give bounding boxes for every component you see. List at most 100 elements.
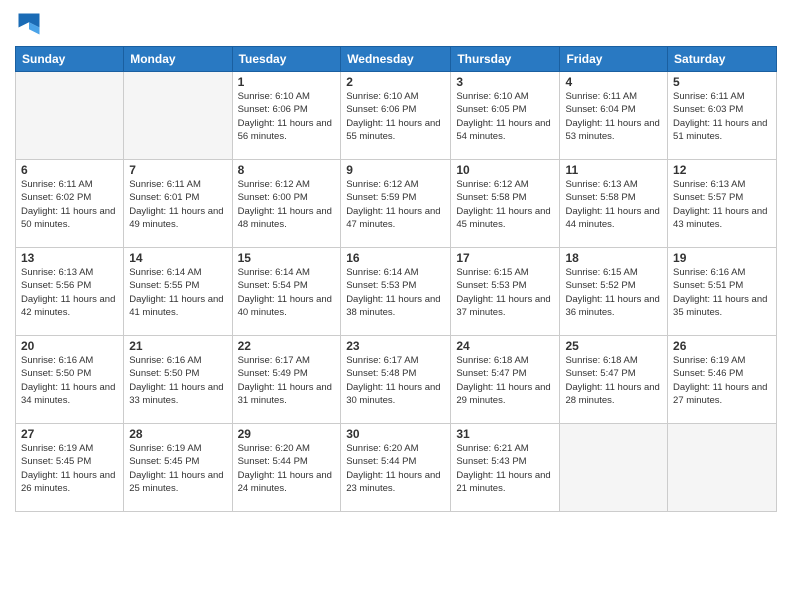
calendar-header-sunday: Sunday: [16, 47, 124, 72]
day-number: 11: [565, 163, 662, 177]
day-info: Sunrise: 6:18 AM Sunset: 5:47 PM Dayligh…: [456, 354, 554, 407]
calendar-day-empty: [668, 424, 777, 512]
day-number: 20: [21, 339, 118, 353]
calendar-day-19: 19Sunrise: 6:16 AM Sunset: 5:51 PM Dayli…: [668, 248, 777, 336]
day-number: 22: [238, 339, 336, 353]
day-number: 16: [346, 251, 445, 265]
day-info: Sunrise: 6:10 AM Sunset: 6:06 PM Dayligh…: [346, 90, 445, 143]
calendar-day-9: 9Sunrise: 6:12 AM Sunset: 5:59 PM Daylig…: [341, 160, 451, 248]
day-number: 31: [456, 427, 554, 441]
day-number: 1: [238, 75, 336, 89]
day-info: Sunrise: 6:16 AM Sunset: 5:50 PM Dayligh…: [21, 354, 118, 407]
calendar-day-28: 28Sunrise: 6:19 AM Sunset: 5:45 PM Dayli…: [124, 424, 232, 512]
day-number: 3: [456, 75, 554, 89]
day-info: Sunrise: 6:19 AM Sunset: 5:45 PM Dayligh…: [129, 442, 226, 495]
day-info: Sunrise: 6:16 AM Sunset: 5:50 PM Dayligh…: [129, 354, 226, 407]
day-number: 30: [346, 427, 445, 441]
day-info: Sunrise: 6:20 AM Sunset: 5:44 PM Dayligh…: [238, 442, 336, 495]
calendar-day-13: 13Sunrise: 6:13 AM Sunset: 5:56 PM Dayli…: [16, 248, 124, 336]
calendar-day-18: 18Sunrise: 6:15 AM Sunset: 5:52 PM Dayli…: [560, 248, 668, 336]
day-number: 21: [129, 339, 226, 353]
day-number: 19: [673, 251, 771, 265]
day-info: Sunrise: 6:14 AM Sunset: 5:55 PM Dayligh…: [129, 266, 226, 319]
calendar-day-17: 17Sunrise: 6:15 AM Sunset: 5:53 PM Dayli…: [451, 248, 560, 336]
calendar-day-15: 15Sunrise: 6:14 AM Sunset: 5:54 PM Dayli…: [232, 248, 341, 336]
day-info: Sunrise: 6:13 AM Sunset: 5:58 PM Dayligh…: [565, 178, 662, 231]
logo: [15, 10, 47, 38]
day-info: Sunrise: 6:17 AM Sunset: 5:48 PM Dayligh…: [346, 354, 445, 407]
day-info: Sunrise: 6:20 AM Sunset: 5:44 PM Dayligh…: [346, 442, 445, 495]
day-info: Sunrise: 6:19 AM Sunset: 5:45 PM Dayligh…: [21, 442, 118, 495]
calendar-day-empty: [16, 72, 124, 160]
calendar-day-4: 4Sunrise: 6:11 AM Sunset: 6:04 PM Daylig…: [560, 72, 668, 160]
calendar-week-1: 1Sunrise: 6:10 AM Sunset: 6:06 PM Daylig…: [16, 72, 777, 160]
day-number: 14: [129, 251, 226, 265]
calendar-day-1: 1Sunrise: 6:10 AM Sunset: 6:06 PM Daylig…: [232, 72, 341, 160]
day-number: 5: [673, 75, 771, 89]
calendar-header-tuesday: Tuesday: [232, 47, 341, 72]
day-info: Sunrise: 6:21 AM Sunset: 5:43 PM Dayligh…: [456, 442, 554, 495]
day-info: Sunrise: 6:12 AM Sunset: 6:00 PM Dayligh…: [238, 178, 336, 231]
calendar-day-7: 7Sunrise: 6:11 AM Sunset: 6:01 PM Daylig…: [124, 160, 232, 248]
day-number: 24: [456, 339, 554, 353]
calendar-day-31: 31Sunrise: 6:21 AM Sunset: 5:43 PM Dayli…: [451, 424, 560, 512]
day-number: 4: [565, 75, 662, 89]
day-info: Sunrise: 6:10 AM Sunset: 6:06 PM Dayligh…: [238, 90, 336, 143]
day-number: 9: [346, 163, 445, 177]
header: [15, 10, 777, 38]
day-number: 26: [673, 339, 771, 353]
calendar-day-empty: [560, 424, 668, 512]
calendar-header-row: SundayMondayTuesdayWednesdayThursdayFrid…: [16, 47, 777, 72]
day-number: 13: [21, 251, 118, 265]
calendar-day-30: 30Sunrise: 6:20 AM Sunset: 5:44 PM Dayli…: [341, 424, 451, 512]
calendar-day-8: 8Sunrise: 6:12 AM Sunset: 6:00 PM Daylig…: [232, 160, 341, 248]
calendar-day-2: 2Sunrise: 6:10 AM Sunset: 6:06 PM Daylig…: [341, 72, 451, 160]
calendar-day-25: 25Sunrise: 6:18 AM Sunset: 5:47 PM Dayli…: [560, 336, 668, 424]
day-info: Sunrise: 6:13 AM Sunset: 5:57 PM Dayligh…: [673, 178, 771, 231]
logo-icon: [15, 10, 43, 38]
calendar-day-20: 20Sunrise: 6:16 AM Sunset: 5:50 PM Dayli…: [16, 336, 124, 424]
day-info: Sunrise: 6:15 AM Sunset: 5:53 PM Dayligh…: [456, 266, 554, 319]
day-number: 17: [456, 251, 554, 265]
day-info: Sunrise: 6:18 AM Sunset: 5:47 PM Dayligh…: [565, 354, 662, 407]
calendar-header-monday: Monday: [124, 47, 232, 72]
day-number: 29: [238, 427, 336, 441]
day-number: 10: [456, 163, 554, 177]
day-number: 28: [129, 427, 226, 441]
day-info: Sunrise: 6:11 AM Sunset: 6:03 PM Dayligh…: [673, 90, 771, 143]
calendar-day-22: 22Sunrise: 6:17 AM Sunset: 5:49 PM Dayli…: [232, 336, 341, 424]
day-info: Sunrise: 6:17 AM Sunset: 5:49 PM Dayligh…: [238, 354, 336, 407]
day-info: Sunrise: 6:15 AM Sunset: 5:52 PM Dayligh…: [565, 266, 662, 319]
day-number: 12: [673, 163, 771, 177]
calendar-header-wednesday: Wednesday: [341, 47, 451, 72]
day-number: 18: [565, 251, 662, 265]
day-number: 2: [346, 75, 445, 89]
day-number: 15: [238, 251, 336, 265]
calendar-week-3: 13Sunrise: 6:13 AM Sunset: 5:56 PM Dayli…: [16, 248, 777, 336]
calendar-day-6: 6Sunrise: 6:11 AM Sunset: 6:02 PM Daylig…: [16, 160, 124, 248]
calendar-table: SundayMondayTuesdayWednesdayThursdayFrid…: [15, 46, 777, 512]
day-info: Sunrise: 6:12 AM Sunset: 5:59 PM Dayligh…: [346, 178, 445, 231]
calendar-day-11: 11Sunrise: 6:13 AM Sunset: 5:58 PM Dayli…: [560, 160, 668, 248]
day-info: Sunrise: 6:12 AM Sunset: 5:58 PM Dayligh…: [456, 178, 554, 231]
calendar-day-26: 26Sunrise: 6:19 AM Sunset: 5:46 PM Dayli…: [668, 336, 777, 424]
day-number: 6: [21, 163, 118, 177]
calendar-day-12: 12Sunrise: 6:13 AM Sunset: 5:57 PM Dayli…: [668, 160, 777, 248]
day-info: Sunrise: 6:14 AM Sunset: 5:54 PM Dayligh…: [238, 266, 336, 319]
calendar-day-24: 24Sunrise: 6:18 AM Sunset: 5:47 PM Dayli…: [451, 336, 560, 424]
day-info: Sunrise: 6:13 AM Sunset: 5:56 PM Dayligh…: [21, 266, 118, 319]
calendar-day-29: 29Sunrise: 6:20 AM Sunset: 5:44 PM Dayli…: [232, 424, 341, 512]
calendar-day-3: 3Sunrise: 6:10 AM Sunset: 6:05 PM Daylig…: [451, 72, 560, 160]
calendar-day-10: 10Sunrise: 6:12 AM Sunset: 5:58 PM Dayli…: [451, 160, 560, 248]
calendar-day-16: 16Sunrise: 6:14 AM Sunset: 5:53 PM Dayli…: [341, 248, 451, 336]
calendar-day-21: 21Sunrise: 6:16 AM Sunset: 5:50 PM Dayli…: [124, 336, 232, 424]
day-info: Sunrise: 6:10 AM Sunset: 6:05 PM Dayligh…: [456, 90, 554, 143]
calendar-day-empty: [124, 72, 232, 160]
day-number: 8: [238, 163, 336, 177]
day-number: 27: [21, 427, 118, 441]
day-info: Sunrise: 6:14 AM Sunset: 5:53 PM Dayligh…: [346, 266, 445, 319]
calendar-week-5: 27Sunrise: 6:19 AM Sunset: 5:45 PM Dayli…: [16, 424, 777, 512]
day-number: 25: [565, 339, 662, 353]
page: SundayMondayTuesdayWednesdayThursdayFrid…: [0, 0, 792, 612]
calendar-week-2: 6Sunrise: 6:11 AM Sunset: 6:02 PM Daylig…: [16, 160, 777, 248]
